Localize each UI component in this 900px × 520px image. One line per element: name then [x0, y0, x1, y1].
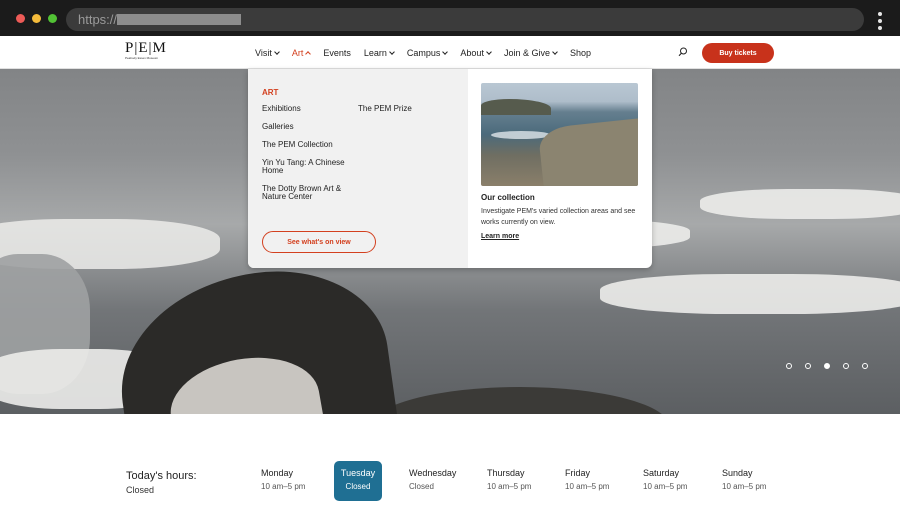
hours-title: Today's hours:	[126, 470, 197, 482]
day-sunday: Sunday 10 am–5 pm	[722, 461, 780, 501]
carousel-dot[interactable]	[805, 363, 811, 369]
browser-menu-icon[interactable]	[877, 12, 883, 30]
day-name: Sunday	[722, 468, 753, 478]
dropdown-link-exhibitions[interactable]: Exhibitions	[262, 105, 358, 113]
nav-item-shop[interactable]: Shop	[570, 48, 591, 58]
day-wednesday: Wednesday Closed	[409, 461, 467, 501]
chevron-down-icon	[274, 48, 280, 55]
ice-floe	[700, 189, 900, 219]
seal-secondary	[370, 387, 670, 414]
nav-item-about[interactable]: About	[460, 47, 492, 58]
painting-rocks	[537, 117, 638, 186]
hours-section: Today's hours: Closed Monday 10 am–5 pm …	[0, 414, 900, 520]
see-whats-on-view-button[interactable]: See what's on view	[262, 231, 376, 253]
carousel-dot[interactable]	[862, 363, 868, 369]
painting-foam	[491, 131, 551, 139]
card-title: Our collection	[481, 193, 535, 202]
day-name: Saturday	[643, 468, 680, 478]
day-time: Closed	[345, 482, 371, 491]
nav-item-join-give[interactable]: Join & Give	[503, 47, 558, 58]
day-time: 10 am–5 pm	[643, 482, 688, 491]
day-name: Friday	[565, 468, 591, 478]
dropdown-link-galleries[interactable]: Galleries	[262, 123, 358, 131]
nav-label: About	[460, 47, 484, 58]
url-scheme: https://	[78, 12, 118, 27]
day-time: Closed	[409, 482, 434, 491]
day-time: 10 am–5 pm	[261, 482, 306, 491]
main-nav: Visit Art Events Learn Campus About Join…	[255, 36, 604, 69]
ice-floe	[600, 274, 900, 314]
dropdown-link-yin-yu-tang[interactable]: Yin Yu Tang: A Chinese Home	[262, 159, 358, 175]
day-name: Wednesday	[409, 468, 457, 478]
chevron-down-icon	[552, 48, 558, 55]
dropdown-heading: ART	[262, 88, 279, 97]
search-icon[interactable]	[678, 47, 688, 57]
logo-mark: P|E|M	[125, 40, 167, 56]
painting-headland	[481, 99, 551, 115]
carousel-dot[interactable]	[843, 363, 849, 369]
nav-item-campus[interactable]: Campus	[406, 47, 449, 58]
nav-item-visit[interactable]: Visit	[255, 47, 280, 58]
nav-label: Join & Give	[503, 47, 550, 58]
day-time: 10 am–5 pm	[722, 482, 767, 491]
dropdown-column-2: The PEM Prize	[358, 105, 458, 123]
site-header: P|E|M Peabody Essex Museum Visit Art Eve…	[0, 36, 900, 69]
browser-chrome: https://	[0, 0, 900, 36]
day-friday: Friday 10 am–5 pm	[565, 461, 623, 501]
nav-item-learn[interactable]: Learn	[363, 47, 395, 58]
chevron-down-icon	[486, 48, 492, 55]
chevron-down-icon	[442, 48, 449, 55]
day-name: Thursday	[487, 468, 525, 478]
hours-status: Closed	[126, 485, 155, 495]
carousel-dots	[786, 363, 881, 369]
todays-hours: Today's hours: Closed	[126, 470, 197, 495]
close-window-icon[interactable]	[16, 14, 25, 23]
nav-label: Events	[323, 47, 351, 58]
dropdown-links-panel: ART Exhibitions Galleries The PEM Collec…	[248, 69, 468, 268]
nav-item-events[interactable]: Events	[323, 48, 351, 58]
collection-painting-image[interactable]	[481, 83, 638, 186]
nav-label: Campus	[406, 47, 441, 58]
nav-label: Learn	[363, 47, 387, 58]
day-thursday: Thursday 10 am–5 pm	[487, 461, 545, 501]
url-redacted	[117, 14, 241, 25]
chevron-up-icon	[305, 50, 312, 57]
dropdown-link-pem-prize[interactable]: The PEM Prize	[358, 105, 458, 113]
minimize-window-icon[interactable]	[32, 14, 41, 23]
nav-label: Visit	[255, 47, 272, 58]
day-monday: Monday 10 am–5 pm	[261, 461, 319, 501]
day-time: 10 am–5 pm	[565, 482, 610, 491]
day-saturday: Saturday 10 am–5 pm	[643, 461, 701, 501]
learn-more-link[interactable]: Learn more	[481, 233, 519, 240]
day-name: Monday	[261, 468, 294, 478]
carousel-dot-active[interactable]	[824, 363, 830, 369]
art-dropdown-menu: ART Exhibitions Galleries The PEM Collec…	[248, 69, 652, 268]
dropdown-link-collection[interactable]: The PEM Collection	[262, 141, 358, 149]
nav-label: Art	[291, 47, 304, 58]
card-description: Investigate PEM's varied collection area…	[481, 208, 636, 226]
pem-logo[interactable]: P|E|M Peabody Essex Museum	[125, 41, 171, 63]
maximize-window-icon[interactable]	[48, 14, 57, 23]
logo-subtitle: Peabody Essex Museum	[125, 56, 159, 60]
day-name: Tuesday	[340, 468, 376, 478]
carousel-dot[interactable]	[786, 363, 792, 369]
day-tuesday: Tuesday Closed	[334, 461, 382, 501]
nav-item-art[interactable]: Art	[291, 47, 312, 58]
chevron-down-icon	[389, 48, 395, 55]
dropdown-link-dotty-brown[interactable]: The Dotty Brown Art & Nature Center	[262, 185, 358, 201]
dropdown-column-1: Exhibitions Galleries The PEM Collection…	[262, 105, 358, 211]
buy-tickets-button[interactable]: Buy tickets	[702, 43, 774, 63]
address-bar[interactable]: https://	[66, 8, 864, 31]
nav-label: Shop	[569, 47, 592, 58]
day-time: 10 am–5 pm	[487, 482, 532, 491]
